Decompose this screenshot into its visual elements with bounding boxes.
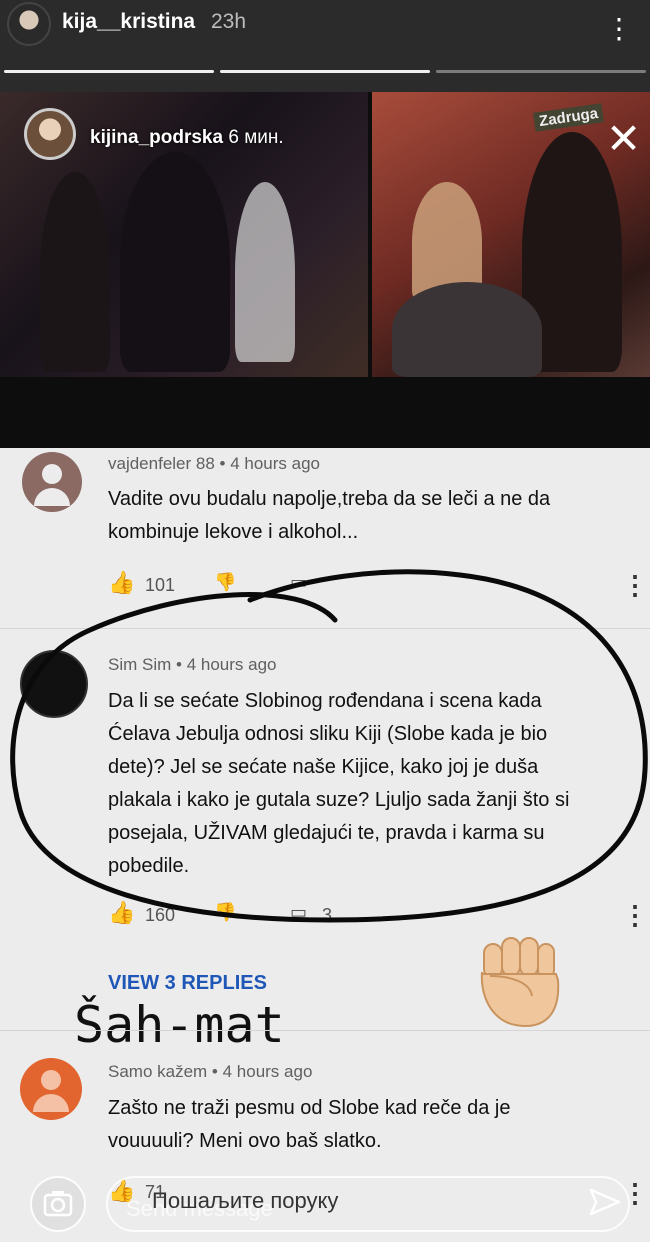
comment-avatar xyxy=(22,452,82,512)
camera-icon xyxy=(43,1191,73,1217)
camera-button[interactable] xyxy=(30,1176,86,1232)
story-progress-3 xyxy=(436,70,646,73)
divider xyxy=(0,1030,650,1031)
person-silhouette xyxy=(235,182,295,362)
comment-meta: vajdenfeler 88 • 4 hours ago xyxy=(108,454,321,473)
person-silhouette xyxy=(120,152,230,372)
send-icon[interactable] xyxy=(588,1186,622,1228)
message-placeholder: Пошаљите поруку xyxy=(152,1188,339,1213)
comment-meta: Samo kažem • 4 hours ago xyxy=(108,1062,313,1081)
drawn-circle xyxy=(10,569,648,923)
story-time: 23h xyxy=(211,10,247,33)
more-options-icon[interactable]: ⋮ xyxy=(605,12,633,45)
close-icon: ✕ xyxy=(606,115,642,162)
comment-text: Vadite ovu budalu napolje,treba da se le… xyxy=(108,488,551,543)
person-silhouette xyxy=(40,172,110,372)
comment-text: Zašto ne traži pesmu od Slobe kad reče d… xyxy=(108,1097,511,1152)
inner-story-avatar xyxy=(24,108,76,160)
inner-story-user: kijina_podrska 6 мин. xyxy=(90,127,284,148)
person-silhouette xyxy=(392,282,542,377)
story-username[interactable]: kija__kristina xyxy=(62,10,195,34)
fist-emoji-icon xyxy=(480,937,560,1028)
overlay-sticker-text: Šah-mat xyxy=(74,996,285,1054)
story-progress-2 xyxy=(220,70,430,73)
user-avatar[interactable] xyxy=(7,2,51,46)
story-progress-1 xyxy=(4,70,214,73)
view-replies-link[interactable]: VIEW 3 REPLIES xyxy=(108,972,267,995)
comment-avatar xyxy=(20,1058,82,1120)
